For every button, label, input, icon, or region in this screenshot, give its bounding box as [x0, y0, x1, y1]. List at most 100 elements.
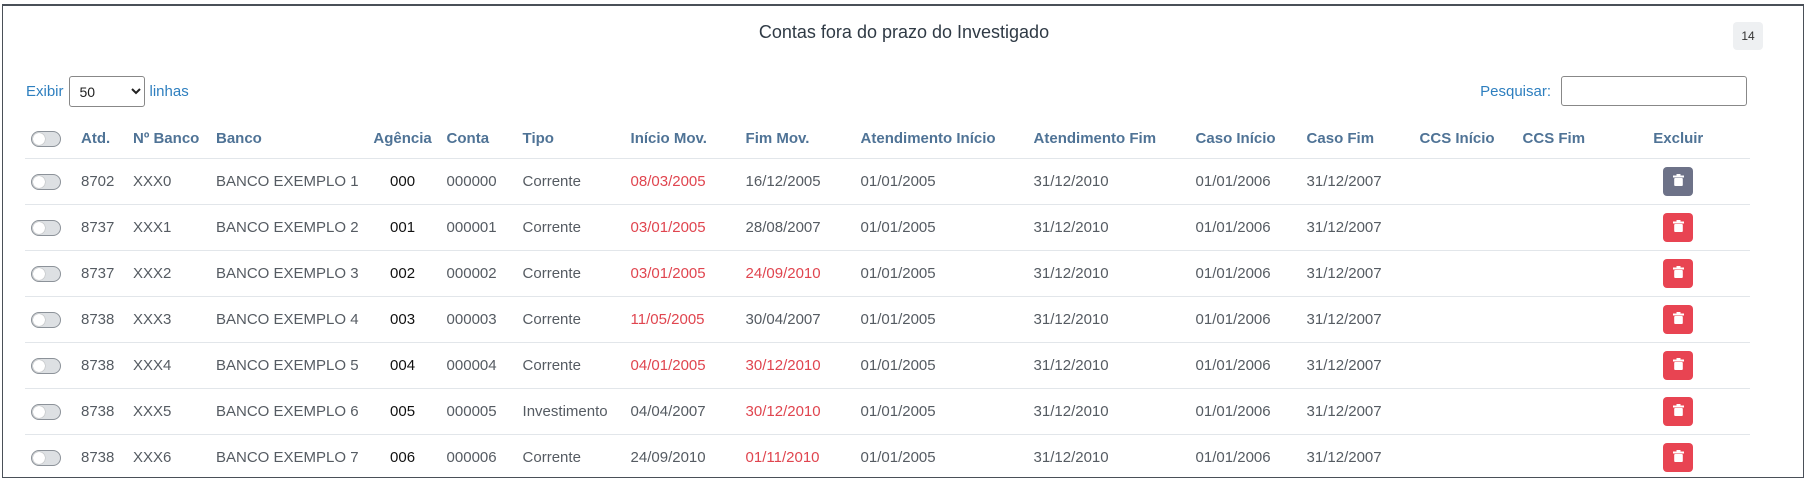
- cell-caso-fim: 31/12/2007: [1300, 204, 1414, 251]
- cell-agencia: 000: [364, 158, 441, 205]
- length-suffix-label: linhas: [149, 83, 189, 100]
- column-header-banco[interactable]: Banco: [210, 118, 365, 159]
- cell-caso-inicio: 01/01/2006: [1189, 158, 1301, 205]
- table-row: 8702 XXX0 BANCO EXEMPLO 1 000 000000 Corrente…: [25, 158, 1750, 205]
- trash-icon: [1672, 266, 1684, 281]
- cell-caso-fim: 31/12/2007: [1300, 158, 1414, 205]
- column-header-conta[interactable]: Conta: [441, 118, 517, 159]
- delete-button[interactable]: [1663, 443, 1694, 472]
- cell-inicio-mov: 04/04/2007: [624, 388, 740, 435]
- cell-toggle: [25, 158, 75, 205]
- cell-agencia: 005: [364, 388, 441, 435]
- cell-atd: 8738: [75, 434, 127, 477]
- toggle-switch-icon[interactable]: [31, 312, 61, 329]
- column-header-caso-inicio[interactable]: Caso Início: [1190, 118, 1301, 159]
- trash-icon: [1672, 312, 1684, 327]
- cell-atd: 8738: [75, 388, 127, 435]
- delete-button[interactable]: [1663, 167, 1694, 196]
- column-header-toggle: [25, 118, 75, 159]
- cell-fim-mov: 30/04/2007: [739, 296, 855, 343]
- cell-nbanco: XXX4: [127, 342, 210, 389]
- cell-excluir: [1606, 434, 1750, 477]
- cell-banco: BANCO EXEMPLO 6: [210, 388, 365, 435]
- toggle-switch-icon[interactable]: [31, 174, 61, 191]
- toggle-switch-icon[interactable]: [31, 266, 61, 283]
- cell-fim-mov: 16/12/2005: [739, 158, 855, 205]
- cell-inicio-mov: 24/09/2010: [624, 434, 740, 477]
- delete-button[interactable]: [1663, 397, 1694, 426]
- delete-button[interactable]: [1663, 213, 1694, 242]
- toggle-switch-icon[interactable]: [31, 220, 61, 237]
- delete-button[interactable]: [1663, 351, 1694, 380]
- cell-atendimento-inicio: 01/01/2005: [854, 204, 1028, 251]
- cell-ccs-inicio: [1413, 434, 1517, 477]
- cell-ccs-fim: [1516, 388, 1607, 435]
- cell-excluir: [1606, 250, 1750, 297]
- delete-button[interactable]: [1663, 305, 1694, 334]
- column-header-agencia[interactable]: Agência: [365, 118, 441, 159]
- toggle-switch-icon[interactable]: [31, 130, 61, 147]
- cell-atd: 8702: [75, 158, 127, 205]
- column-header-excluir: Excluir: [1653, 129, 1704, 147]
- column-header-inicio-mov[interactable]: Início Mov.: [625, 118, 740, 159]
- cell-fim-mov: 28/08/2007: [739, 204, 855, 251]
- cell-atendimento-fim: 31/12/2010: [1027, 204, 1190, 251]
- trash-icon: [1672, 450, 1684, 465]
- cell-tipo: Corrente: [516, 250, 625, 297]
- cell-inicio-mov: 04/01/2005: [624, 342, 740, 389]
- cell-inicio-mov: 08/03/2005: [624, 158, 740, 205]
- cell-agencia: 004: [364, 342, 441, 389]
- table-row: 8738 XXX3 BANCO EXEMPLO 4 003 000003 Corrente…: [25, 296, 1750, 343]
- cell-banco: BANCO EXEMPLO 5: [210, 342, 365, 389]
- trash-icon: [1672, 404, 1684, 419]
- cell-tipo: Corrente: [516, 158, 625, 205]
- toggle-switch-icon[interactable]: [31, 450, 61, 467]
- column-header-ccs-fim[interactable]: CCS Fim: [1517, 118, 1607, 159]
- trash-icon: [1672, 358, 1684, 373]
- cell-ccs-fim: [1516, 434, 1607, 477]
- cell-toggle: [25, 388, 75, 435]
- cell-caso-inicio: 01/01/2006: [1189, 388, 1301, 435]
- column-header-tipo[interactable]: Tipo: [517, 118, 625, 159]
- table-row: 8738 XXX4 BANCO EXEMPLO 5 004 000004 Corrente…: [25, 342, 1750, 389]
- column-header-atendimento-inicio[interactable]: Atendimento Início: [855, 118, 1028, 159]
- cell-caso-fim: 31/12/2007: [1300, 250, 1414, 297]
- cell-nbanco: XXX0: [127, 158, 210, 205]
- page-title: Contas fora do prazo do Investigado: [758, 22, 1050, 42]
- cell-ccs-fim: [1516, 204, 1607, 251]
- cell-conta: 000000: [440, 158, 517, 205]
- cell-ccs-inicio: [1413, 388, 1517, 435]
- page-length-select[interactable]: 50: [68, 76, 145, 107]
- cell-toggle: [25, 204, 75, 251]
- search-input[interactable]: [1561, 76, 1747, 106]
- cell-excluir: [1606, 158, 1750, 205]
- delete-button[interactable]: [1663, 259, 1694, 288]
- column-header-nbanco[interactable]: Nº Banco: [127, 118, 210, 159]
- cell-banco: BANCO EXEMPLO 4: [210, 296, 365, 343]
- cell-excluir: [1606, 342, 1750, 389]
- cell-caso-inicio: 01/01/2006: [1189, 250, 1301, 297]
- cell-caso-fim: 31/12/2007: [1300, 388, 1414, 435]
- column-header-caso-fim[interactable]: Caso Fim: [1301, 118, 1414, 159]
- column-header-fim-mov[interactable]: Fim Mov.: [740, 118, 855, 159]
- cell-banco: BANCO EXEMPLO 7: [210, 434, 365, 477]
- column-header-ccs-inicio[interactable]: CCS Início: [1414, 118, 1517, 159]
- cell-agencia: 003: [364, 296, 441, 343]
- cell-ccs-inicio: [1413, 204, 1517, 251]
- cell-caso-inicio: 01/01/2006: [1189, 342, 1301, 389]
- toggle-switch-icon[interactable]: [31, 404, 61, 421]
- cell-atendimento-inicio: 01/01/2005: [854, 388, 1028, 435]
- column-header-atendimento-fim[interactable]: Atendimento Fim: [1028, 118, 1190, 159]
- column-header-atd[interactable]: Atd.: [75, 118, 127, 159]
- cell-fim-mov: 30/12/2010: [739, 388, 855, 435]
- search-label: Pesquisar:: [1480, 82, 1551, 100]
- cell-ccs-inicio: [1413, 158, 1517, 205]
- cell-nbanco: XXX3: [127, 296, 210, 343]
- cell-toggle: [25, 296, 75, 343]
- cell-atendimento-fim: 31/12/2010: [1027, 388, 1190, 435]
- cell-atendimento-fim: 31/12/2010: [1027, 434, 1190, 477]
- cell-conta: 000002: [440, 250, 517, 297]
- toggle-switch-icon[interactable]: [31, 358, 61, 375]
- cell-excluir: [1606, 388, 1750, 435]
- cell-fim-mov: 01/11/2010: [739, 434, 855, 477]
